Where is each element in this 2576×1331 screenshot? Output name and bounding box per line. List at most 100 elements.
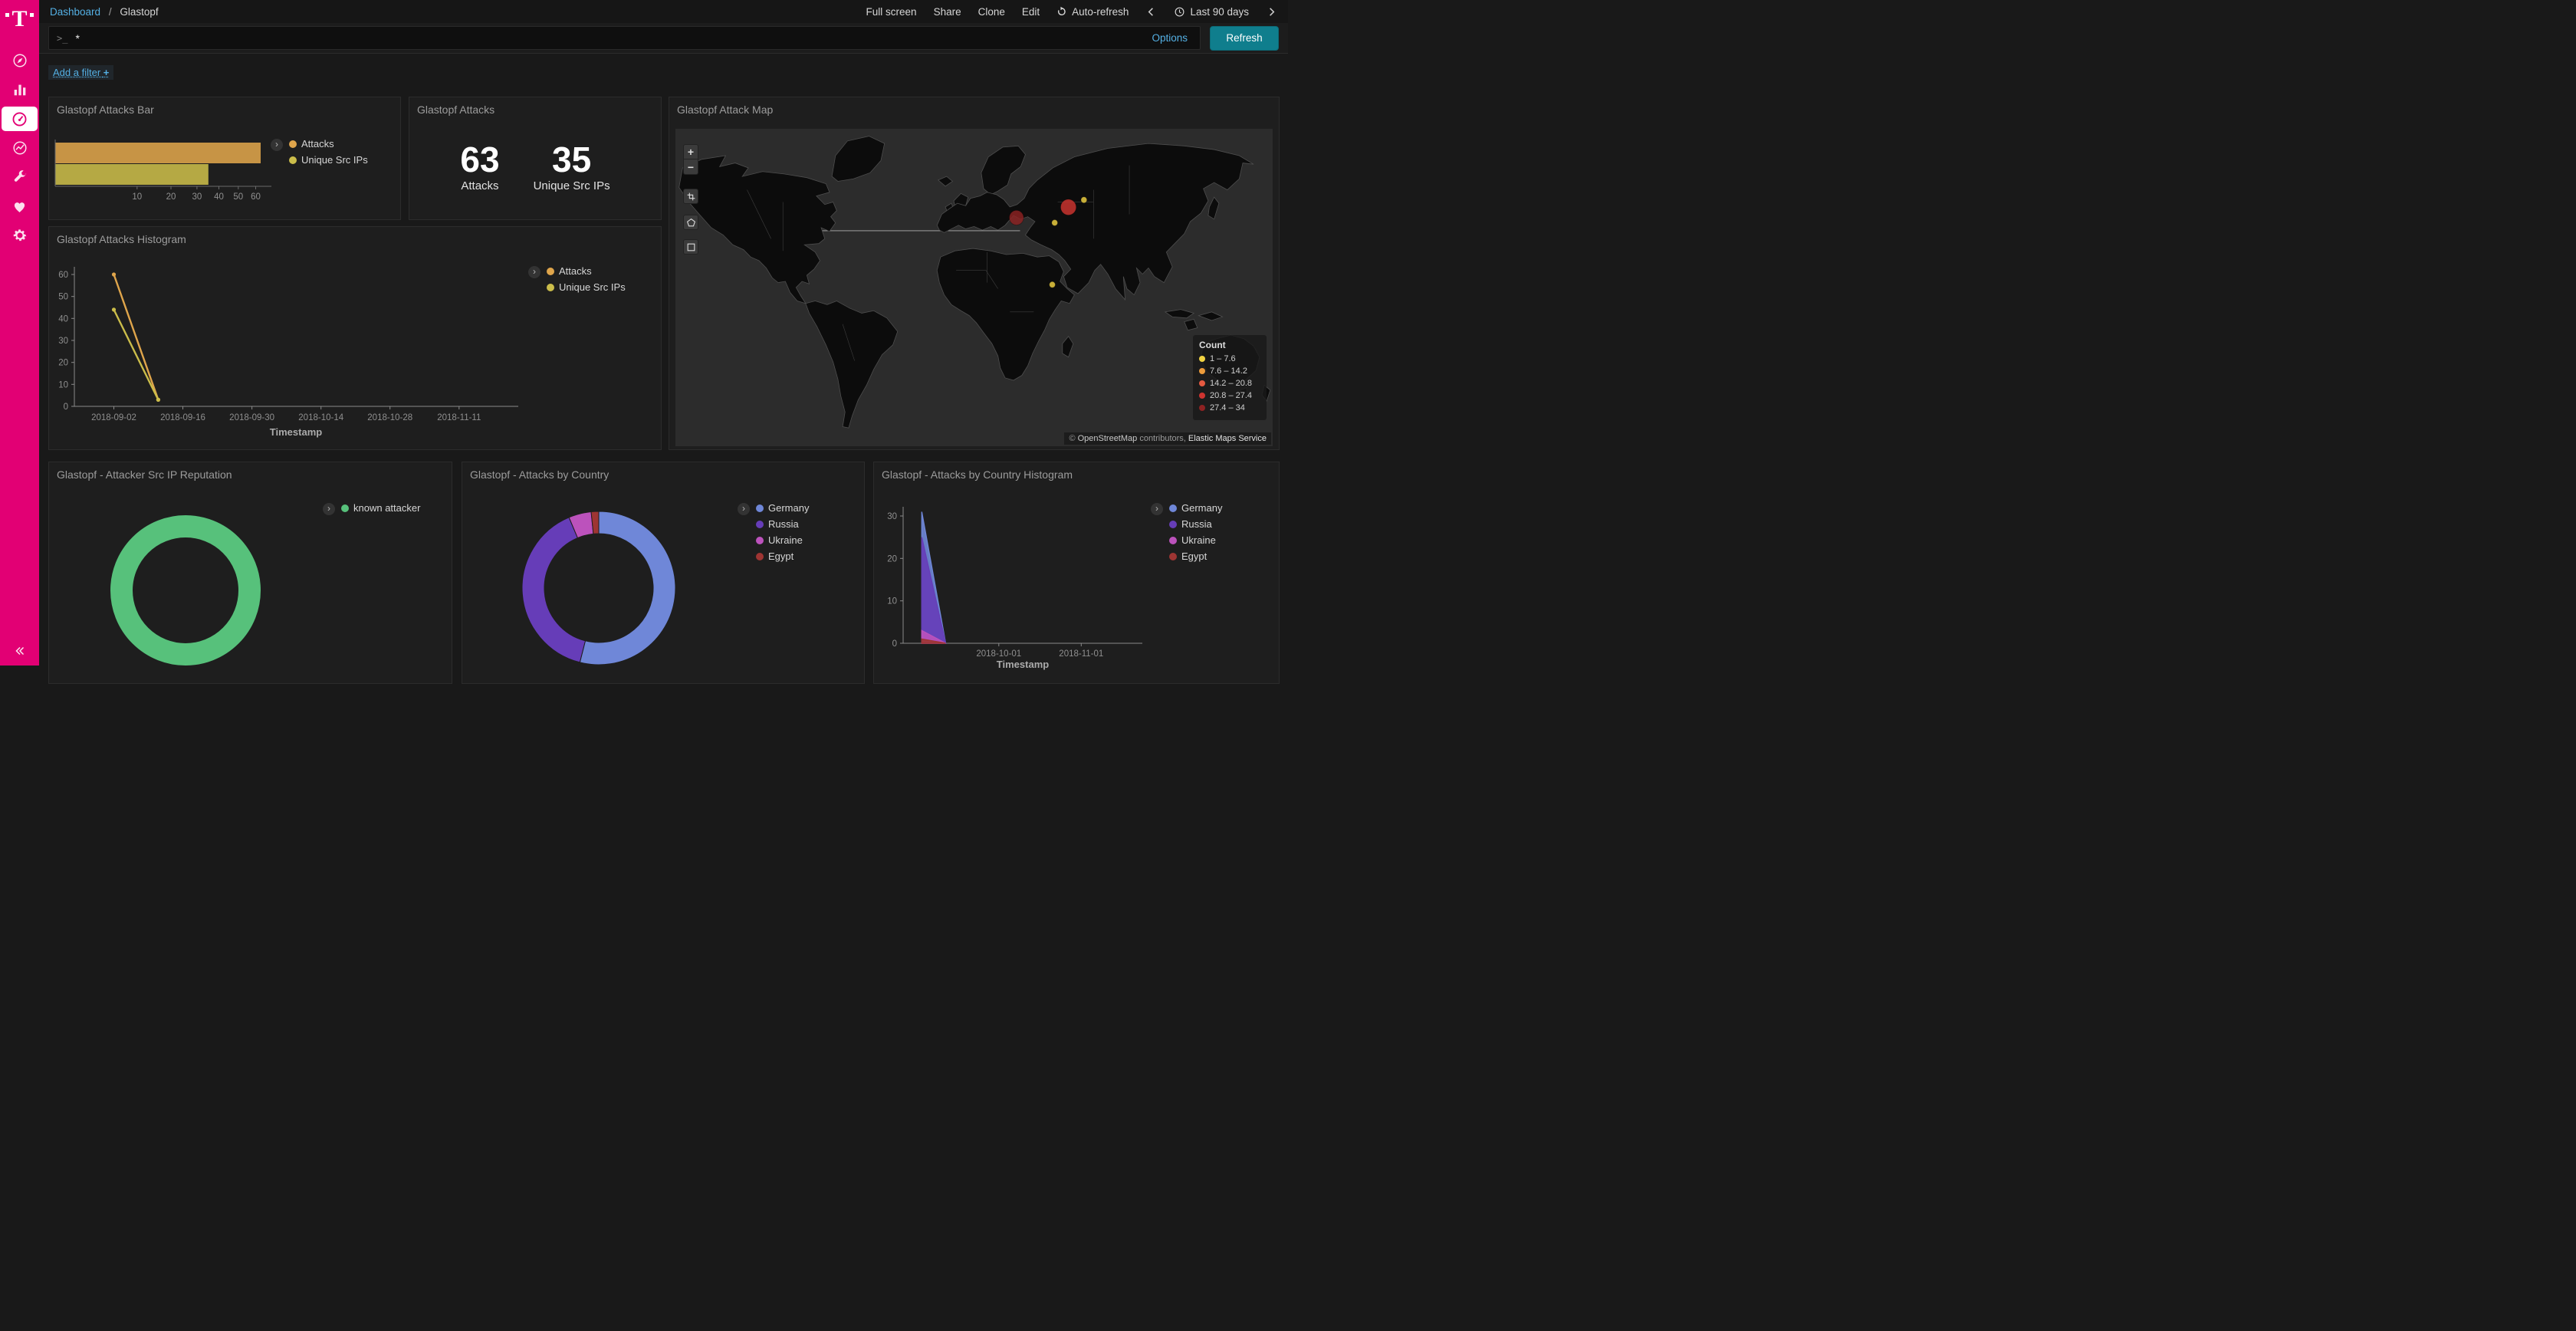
logo-letter: T	[12, 9, 27, 29]
map-fit-bounds-button[interactable]	[683, 189, 698, 204]
legend-item[interactable]: Unique Src IPs	[547, 281, 626, 293]
legend-toggle-icon[interactable]: ›	[271, 139, 283, 151]
legend-color-dot	[341, 504, 349, 512]
legend-item[interactable]: Egypt	[756, 550, 809, 562]
svg-text:0: 0	[64, 403, 68, 412]
panel-country-histogram: Glastopf - Attacks by Country Histogram …	[873, 462, 1280, 684]
breadcrumb-separator: /	[109, 6, 112, 18]
sidebar-item-monitoring[interactable]	[2, 192, 38, 221]
breadcrumb-dashboard-link[interactable]: Dashboard	[50, 6, 100, 18]
svg-text:10: 10	[58, 380, 68, 389]
svg-text:10: 10	[132, 192, 142, 202]
top-bar: Dashboard / Glastopf Full screen Share C…	[39, 0, 1288, 23]
sidebar-item-discover[interactable]	[2, 46, 38, 75]
wrench-icon	[12, 169, 28, 186]
full-screen-button[interactable]: Full screen	[866, 6, 917, 18]
map-legend-item: 27.4 – 34	[1199, 403, 1260, 412]
legend-item[interactable]: Ukraine	[756, 534, 809, 546]
legend-item[interactable]: Egypt	[1169, 550, 1222, 562]
country-donut-canvas[interactable]	[462, 462, 865, 683]
country-histogram-canvas[interactable]: 01020302018-10-012018-11-01Timestamp	[874, 462, 1280, 683]
logo-dot-left	[5, 13, 9, 17]
map-zoom-in-button[interactable]: +	[683, 144, 698, 159]
map-draw-rectangle-button[interactable]	[683, 239, 698, 255]
map-zoom-out-button[interactable]: −	[683, 159, 698, 175]
attack-map-canvas[interactable]: + − Count 1 – 7.6 7.6 – 14.2	[675, 129, 1273, 446]
dashboard-actions-nav: Full screen Share Clone Edit Auto-refres…	[866, 6, 1277, 18]
legend-item[interactable]: Russia	[756, 518, 809, 530]
legend-item[interactable]: Russia	[1169, 518, 1222, 530]
legend-color-dot	[289, 140, 297, 148]
breadcrumb: Dashboard / Glastopf	[50, 6, 159, 18]
heartbeat-icon	[12, 199, 28, 215]
svg-text:60: 60	[58, 271, 68, 280]
svg-text:30: 30	[887, 512, 897, 521]
filter-bar: Add a filter +	[39, 54, 1288, 96]
panel-title: Glastopf Attacks	[417, 104, 495, 116]
map-legend-item: 7.6 – 14.2	[1199, 366, 1260, 376]
legend-item[interactable]: Ukraine	[1169, 534, 1222, 546]
legend-item[interactable]: Germany	[756, 502, 809, 514]
auto-refresh-button[interactable]: Auto-refresh	[1056, 6, 1129, 18]
reputation-donut-canvas[interactable]	[49, 462, 452, 683]
sidebar-item-visualize[interactable]	[2, 75, 38, 104]
chart-legend: › Attacks Unique Src IPs	[528, 265, 626, 293]
panel-attacks-bar: Glastopf Attacks Bar 102030405060 › Atta…	[48, 97, 401, 220]
legend-color-dot	[1169, 537, 1177, 544]
legend-toggle-icon[interactable]: ›	[528, 266, 540, 278]
chart-legend: › known attacker	[323, 502, 420, 515]
breadcrumb-current: Glastopf	[120, 6, 158, 18]
svg-text:40: 40	[214, 192, 224, 202]
map-attribution: © OpenStreetMap contributors, Elastic Ma…	[1064, 432, 1271, 445]
share-button[interactable]: Share	[934, 6, 961, 18]
legend-color-dot	[547, 268, 554, 275]
legend-color-dot	[756, 537, 764, 544]
map-draw-polygon-button[interactable]	[683, 215, 698, 230]
polygon-icon	[686, 218, 696, 228]
legend-toggle-icon[interactable]: ›	[738, 503, 750, 515]
svg-text:2018-10-01: 2018-10-01	[976, 649, 1021, 659]
svg-text:50: 50	[233, 192, 243, 202]
metric-attacks: 63 Attacks	[460, 142, 499, 192]
plus-icon: +	[104, 67, 110, 78]
sidebar-item-management[interactable]	[2, 221, 38, 250]
svg-text:2018-09-16: 2018-09-16	[160, 413, 205, 422]
legend-item[interactable]: known attacker	[341, 502, 420, 514]
legend-item[interactable]: Attacks	[547, 265, 626, 277]
edit-button[interactable]: Edit	[1022, 6, 1040, 18]
time-step-back-button[interactable]	[1145, 6, 1157, 18]
time-step-forward-button[interactable]	[1266, 6, 1277, 18]
chart-legend: › Germany Russia Ukraine Egypt	[1151, 502, 1222, 562]
svg-text:20: 20	[58, 359, 68, 368]
legend-toggle-icon[interactable]: ›	[1151, 503, 1163, 515]
legend-item[interactable]: Germany	[1169, 502, 1222, 514]
add-filter-link[interactable]: Add a filter +	[48, 65, 113, 80]
clone-button[interactable]: Clone	[978, 6, 1005, 18]
attacks-histogram-canvas[interactable]: 01020304050602018-09-022018-09-162018-09…	[49, 227, 662, 450]
openstreetmap-link[interactable]: OpenStreetMap	[1078, 434, 1138, 443]
legend-color-dot	[756, 521, 764, 528]
legend-color-dot	[1199, 356, 1205, 362]
svg-text:20: 20	[887, 554, 897, 564]
svg-text:60: 60	[251, 192, 261, 202]
gauge-icon	[11, 110, 28, 128]
legend-item[interactable]: Attacks	[289, 138, 368, 150]
legend-toggle-icon[interactable]: ›	[323, 503, 335, 515]
collapse-nav-button[interactable]	[0, 644, 39, 658]
refresh-button[interactable]: Refresh	[1210, 26, 1279, 51]
telekom-logo[interactable]: T	[5, 9, 33, 29]
time-picker-button[interactable]: Last 90 days	[1174, 6, 1249, 18]
svg-text:2018-09-30: 2018-09-30	[229, 413, 274, 422]
legend-item[interactable]: Unique Src IPs	[289, 154, 368, 166]
panel-attacks-metric: Glastopf Attacks 63 Attacks 35 Unique Sr…	[409, 97, 662, 220]
sidebar-item-timelion[interactable]	[2, 133, 38, 163]
legend-color-dot	[289, 156, 297, 164]
sidebar-item-dev-tools[interactable]	[2, 163, 38, 192]
svg-text:50: 50	[58, 293, 68, 302]
svg-text:Timestamp: Timestamp	[997, 659, 1049, 670]
svg-text:2018-11-11: 2018-11-11	[437, 413, 481, 422]
query-input[interactable]: >_ * Options	[48, 26, 1201, 50]
query-options-link[interactable]: Options	[1152, 32, 1192, 44]
chevron-left-icon	[1145, 6, 1157, 18]
sidebar-item-dashboard[interactable]	[2, 107, 38, 131]
